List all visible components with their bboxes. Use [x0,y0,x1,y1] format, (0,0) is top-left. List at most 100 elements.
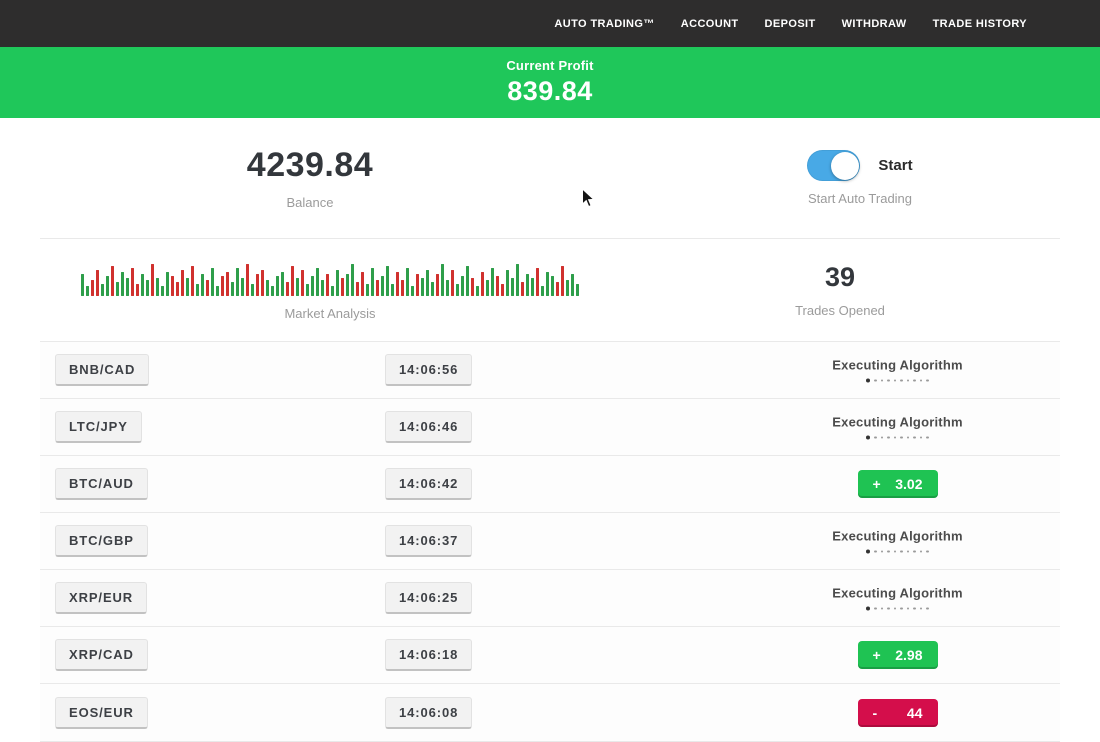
pair-badge: LTC/JPY [55,411,142,443]
market-bar [311,276,314,296]
current-profit-banner: Current Profit 839.84 [0,47,1100,118]
market-bar [106,276,109,296]
auto-trading-app: AUTO TRADING™ ACCOUNT DEPOSIT WITHDRAW TRADE… [0,0,1100,742]
market-bar [301,270,304,296]
market-bar [346,274,349,296]
market-bar [146,280,149,296]
market-bar [526,274,529,296]
auto-trading-column: Start Start Auto Trading [620,118,1100,238]
nav-item-deposit[interactable]: DEPOSIT [765,18,816,30]
market-bar [486,280,489,296]
market-bar [246,264,249,296]
market-bar [171,276,174,296]
pair-badge: EOS/EUR [55,697,148,729]
time-badge: 14:06:56 [385,354,472,386]
market-bar [176,282,179,296]
balance-label: Balance [287,195,334,210]
pair-badge: BTC/GBP [55,525,148,557]
market-bar [111,266,114,296]
market-bar [416,274,419,296]
result-sign: - [873,705,878,721]
auto-trading-toggle[interactable] [807,150,860,181]
result-badge: -44 [858,699,938,727]
market-bar [511,278,514,296]
trade-row: BNB/CAD14:06:56Executing Algorithm [40,342,1060,399]
trade-row: XRP/EUR14:06:25Executing Algorithm [40,570,1060,627]
loading-dots-icon [866,550,929,554]
market-bar [441,264,444,296]
trade-row: LTC/JPY 14:06:46 Executing Algorithm [40,399,1060,456]
trade-status: +3.02 [795,470,1000,498]
trade-row: BTC/AUD 14:06:42 +3.02 [40,456,1060,513]
trade-row: EOS/EUR 14:06:08 -44 [40,684,1060,741]
toggle-start-label: Start [878,157,912,174]
market-bar [481,272,484,296]
market-bar [336,270,339,296]
market-bar [161,286,164,296]
market-bar [331,286,334,296]
result-sign: + [873,476,881,492]
market-bar [426,270,429,296]
market-bar [451,270,454,296]
nav-item-withdraw[interactable]: WITHDRAW [842,18,907,30]
balance-section: 4239.84 Balance Start Start Auto Trading [0,118,1100,238]
trades-opened-label: Trades Opened [795,303,885,318]
market-bar [351,264,354,296]
nav-item-account[interactable]: ACCOUNT [681,18,739,30]
market-analysis-chart [81,260,579,296]
market-bar [186,278,189,296]
market-bar [126,278,129,296]
market-bar [251,284,254,296]
market-bar [446,280,449,296]
top-nav: AUTO TRADING™ ACCOUNT DEPOSIT WITHDRAW TRADE… [554,18,1027,30]
executing-label: Executing Algorithm [832,358,962,373]
trades-opened-value: 39 [825,262,855,293]
trade-row: XRP/CAD14:06:18+2.98 [40,627,1060,684]
market-bar [296,278,299,296]
loading-dots-icon [866,436,929,440]
market-analysis-label: Market Analysis [284,306,375,321]
pair-badge: XRP/EUR [55,582,147,614]
market-bar [236,268,239,296]
market-bar [381,276,384,296]
market-bar [151,264,154,296]
nav-item-trade-history[interactable]: TRADE HISTORY [933,18,1027,30]
market-bar [516,264,519,296]
market-analysis-column: Market Analysis [40,239,620,341]
toggle-knob-icon [831,152,859,180]
market-bar [391,284,394,296]
executing-label: Executing Algorithm [832,415,962,430]
trade-status: +2.98 [795,641,1000,669]
market-bar [131,268,134,296]
market-bar [121,272,124,296]
nav-item-auto-trading[interactable]: AUTO TRADING™ [554,18,654,30]
pair-badge: BTC/AUD [55,468,148,500]
market-bar [396,272,399,296]
market-bar [241,278,244,296]
market-bar [571,274,574,296]
market-bar [531,278,534,296]
market-bar [221,276,224,296]
market-bar [371,268,374,296]
market-bar [436,274,439,296]
market-bar [551,276,554,296]
trades-list: BNB/CAD14:06:56Executing AlgorithmLTC/JP… [40,341,1060,742]
market-bar [491,268,494,296]
market-bar [496,276,499,296]
trade-status: -44 [795,699,1000,727]
market-bar [456,284,459,296]
result-amount: 3.02 [895,476,922,492]
time-badge: 14:06:08 [385,697,472,729]
market-bar [386,266,389,296]
market-bar [471,278,474,296]
time-badge: 14:06:42 [385,468,472,500]
market-bar [226,272,229,296]
result-badge: +3.02 [858,470,938,498]
trades-opened-column: 39 Trades Opened [620,239,1060,341]
market-bar [536,268,539,296]
time-badge: 14:06:46 [385,411,472,443]
market-bar [401,280,404,296]
market-bar [231,282,234,296]
market-bar [271,286,274,296]
market-bar [421,278,424,296]
